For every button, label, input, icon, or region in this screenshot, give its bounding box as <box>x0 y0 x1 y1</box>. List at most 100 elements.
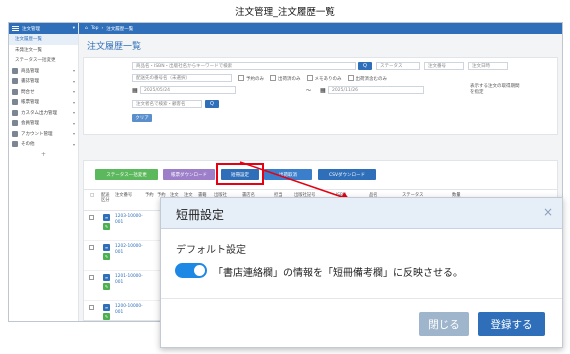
dialog-header: 短冊設定 × <box>161 198 562 229</box>
search-panel: 商品名・ISBN・出版社名からキーワードで検索 Q ステータス 注文番号 注文日… <box>83 57 558 135</box>
filter-checkboxes: 予約のみ 出荷済のみ メモありのみ 出荷済含むのみ <box>238 75 387 82</box>
report-download-button[interactable]: 帳票ダウンロード <box>163 169 215 180</box>
customer-search-input[interactable]: 注文者名で検索・顧客名 <box>132 100 202 108</box>
chevron-down-icon: ▾ <box>72 120 75 126</box>
detail-icon[interactable]: ≡ <box>103 244 110 251</box>
sidebar-item[interactable]: 帳票管理 ▾ <box>9 97 78 108</box>
date-range-separator: 〜 <box>306 88 312 94</box>
sidebar-item-label: 帳票管理 <box>21 100 39 106</box>
status-select[interactable]: ステータス <box>376 62 420 70</box>
reflect-setting-text: 「書店連絡欄」の情報を「短冊備考欄」に反映させる。 <box>213 268 463 279</box>
calendar-icon[interactable]: ▦ <box>132 87 138 94</box>
default-setting-label: デフォルト設定 <box>176 245 246 256</box>
page-title: 注文履歴一覧 <box>87 42 142 52</box>
order-number-link[interactable]: 1203-10000-001 <box>115 214 143 225</box>
calendar-icon[interactable]: ▦ <box>320 87 326 94</box>
sidebar-item-label: アカウント管理 <box>21 131 53 137</box>
member-icon <box>12 120 18 127</box>
search-button[interactable]: Q <box>358 62 372 70</box>
checkbox-shipped-incl[interactable]: 出荷済含むのみ <box>348 75 388 82</box>
checkbox-memo[interactable]: メモありのみ <box>307 75 342 82</box>
account-icon <box>12 130 18 137</box>
order-select[interactable]: 注文日時 <box>468 62 508 70</box>
row-checkbox[interactable] <box>89 245 94 250</box>
chevron-down-icon: ▾ <box>72 68 75 74</box>
menu-icon[interactable] <box>12 26 19 31</box>
sidebar-item[interactable]: その他 ▾ <box>9 139 78 150</box>
date-range-note: 表示する注文の取得期間を指定 <box>470 84 520 95</box>
sidebar-item[interactable]: 注文履歴一覧 <box>9 34 78 45</box>
sidebar-item[interactable]: 商品管理 ▾ <box>9 66 78 77</box>
save-button[interactable]: 登録する <box>478 312 545 336</box>
keyword-search-input[interactable]: 商品名・ISBN・出版社名からキーワードで検索 <box>132 62 356 70</box>
chevron-down-icon: ▾ <box>72 26 75 31</box>
order-number-link[interactable]: 1202-10000-001 <box>115 244 143 255</box>
destination-select[interactable]: 配送先の番号名（未選択） <box>132 74 232 82</box>
row-checkbox[interactable] <box>89 305 94 310</box>
edit-icon[interactable]: ✎ <box>103 313 110 320</box>
product-icon <box>12 67 18 74</box>
edit-icon[interactable]: ✎ <box>103 223 110 230</box>
sidebar-item[interactable]: 会員管理 ▾ <box>9 118 78 129</box>
search-icon: Q <box>210 101 214 107</box>
order-number-link[interactable]: 1201-10000-001 <box>115 274 143 285</box>
sidebar-header[interactable]: 注文管理 ▾ <box>9 23 78 34</box>
chevron-down-icon: ▾ <box>72 89 75 95</box>
column-header[interactable]: 注文番号 <box>115 193 132 198</box>
sidebar-header-label: 注文管理 <box>22 26 40 32</box>
add-icon[interactable]: + <box>9 151 78 158</box>
edit-icon[interactable]: ✎ <box>103 283 110 290</box>
close-button[interactable]: 閉じる <box>419 312 469 336</box>
breadcrumb-home[interactable]: Top <box>91 26 99 31</box>
close-icon[interactable]: × <box>542 206 554 218</box>
chevron-down-icon: ▾ <box>72 110 75 116</box>
sidebar-item-label: 会員管理 <box>21 121 39 127</box>
chevron-down-icon: ▾ <box>72 131 75 137</box>
document-title: 注文管理_注文履歴一覧 <box>235 7 335 18</box>
row-checkbox[interactable] <box>89 275 94 280</box>
sidebar-item-label: 注文履歴一覧 <box>15 37 42 43</box>
sidebar-item-label: カスタム出力管理 <box>21 110 57 116</box>
csv-download-button[interactable]: CSVダウンロード <box>318 169 376 180</box>
sidebar-item[interactable]: 未発注文一覧 <box>9 45 78 56</box>
detail-icon[interactable]: ≡ <box>103 274 110 281</box>
sidebar-item-label: 書誌管理 <box>21 79 39 85</box>
checkbox-shipped[interactable]: 出荷済のみ <box>270 75 301 82</box>
edit-icon[interactable]: ✎ <box>103 253 110 260</box>
shipping-cancel-button[interactable]: 出荷取消 <box>264 169 312 180</box>
select-all-checkbox[interactable]: □ <box>90 193 94 198</box>
clear-button[interactable]: クリア <box>132 114 152 122</box>
checkbox-reserved[interactable]: 予約のみ <box>238 75 264 82</box>
sidebar-item[interactable]: アカウント管理 ▾ <box>9 129 78 140</box>
order-number-link[interactable]: 1200-10000-001 <box>115 304 143 315</box>
sort-select[interactable]: 注文番号 <box>424 62 464 70</box>
detail-icon[interactable]: ≡ <box>103 304 110 311</box>
home-icon[interactable]: ⌂ <box>85 26 88 31</box>
sidebar-item-label: ステータス一括変更 <box>15 58 56 64</box>
bulk-status-button[interactable]: ステータス一括変更 <box>95 169 158 180</box>
sidebar-item[interactable]: 書誌管理 ▾ <box>9 76 78 87</box>
date-from-input[interactable]: 2025/05/24 <box>140 86 236 94</box>
book-icon <box>12 78 18 85</box>
row-checkbox[interactable] <box>89 215 94 220</box>
sidebar-item-label: 商品管理 <box>21 68 39 74</box>
sidebar-item[interactable]: ステータス一括変更 <box>9 55 78 66</box>
tanzaku-settings-dialog: 短冊設定 × デフォルト設定 「書店連絡欄」の情報を「短冊備考欄」に反映させる。… <box>160 197 563 348</box>
other-icon <box>12 141 18 148</box>
sidebar-item[interactable]: 問合せ ▾ <box>9 87 78 98</box>
chevron-down-icon: ▾ <box>72 141 75 147</box>
sidebar-item-label: その他 <box>21 142 35 148</box>
dialog-title: 短冊設定 <box>176 208 225 222</box>
search-icon: Q <box>363 63 367 69</box>
inquiry-icon <box>12 88 18 95</box>
custom-icon <box>12 109 18 116</box>
detail-icon[interactable]: ≡ <box>103 214 110 221</box>
customer-search-button[interactable]: Q <box>205 100 219 108</box>
date-to-input[interactable]: 2025/11/26 <box>328 86 424 94</box>
sidebar-menu: 注文履歴一覧 未発注文一覧 ステータス一括変更 商品管理 ▾ 書誌管理 ▾ 問合せ ▾ 帳票管理 ▾… <box>9 34 78 150</box>
reflect-toggle[interactable] <box>175 263 207 278</box>
breadcrumb-current: 注文履歴一覧 <box>106 26 134 32</box>
sidebar-item[interactable]: カスタム出力管理 ▾ <box>9 108 78 119</box>
sidebar: 注文管理 ▾ 注文履歴一覧 未発注文一覧 ステータス一括変更 商品管理 ▾ 書誌管理 ▾ 問合… <box>9 23 79 321</box>
dialog-footer: 閉じる 登録する <box>161 298 562 347</box>
